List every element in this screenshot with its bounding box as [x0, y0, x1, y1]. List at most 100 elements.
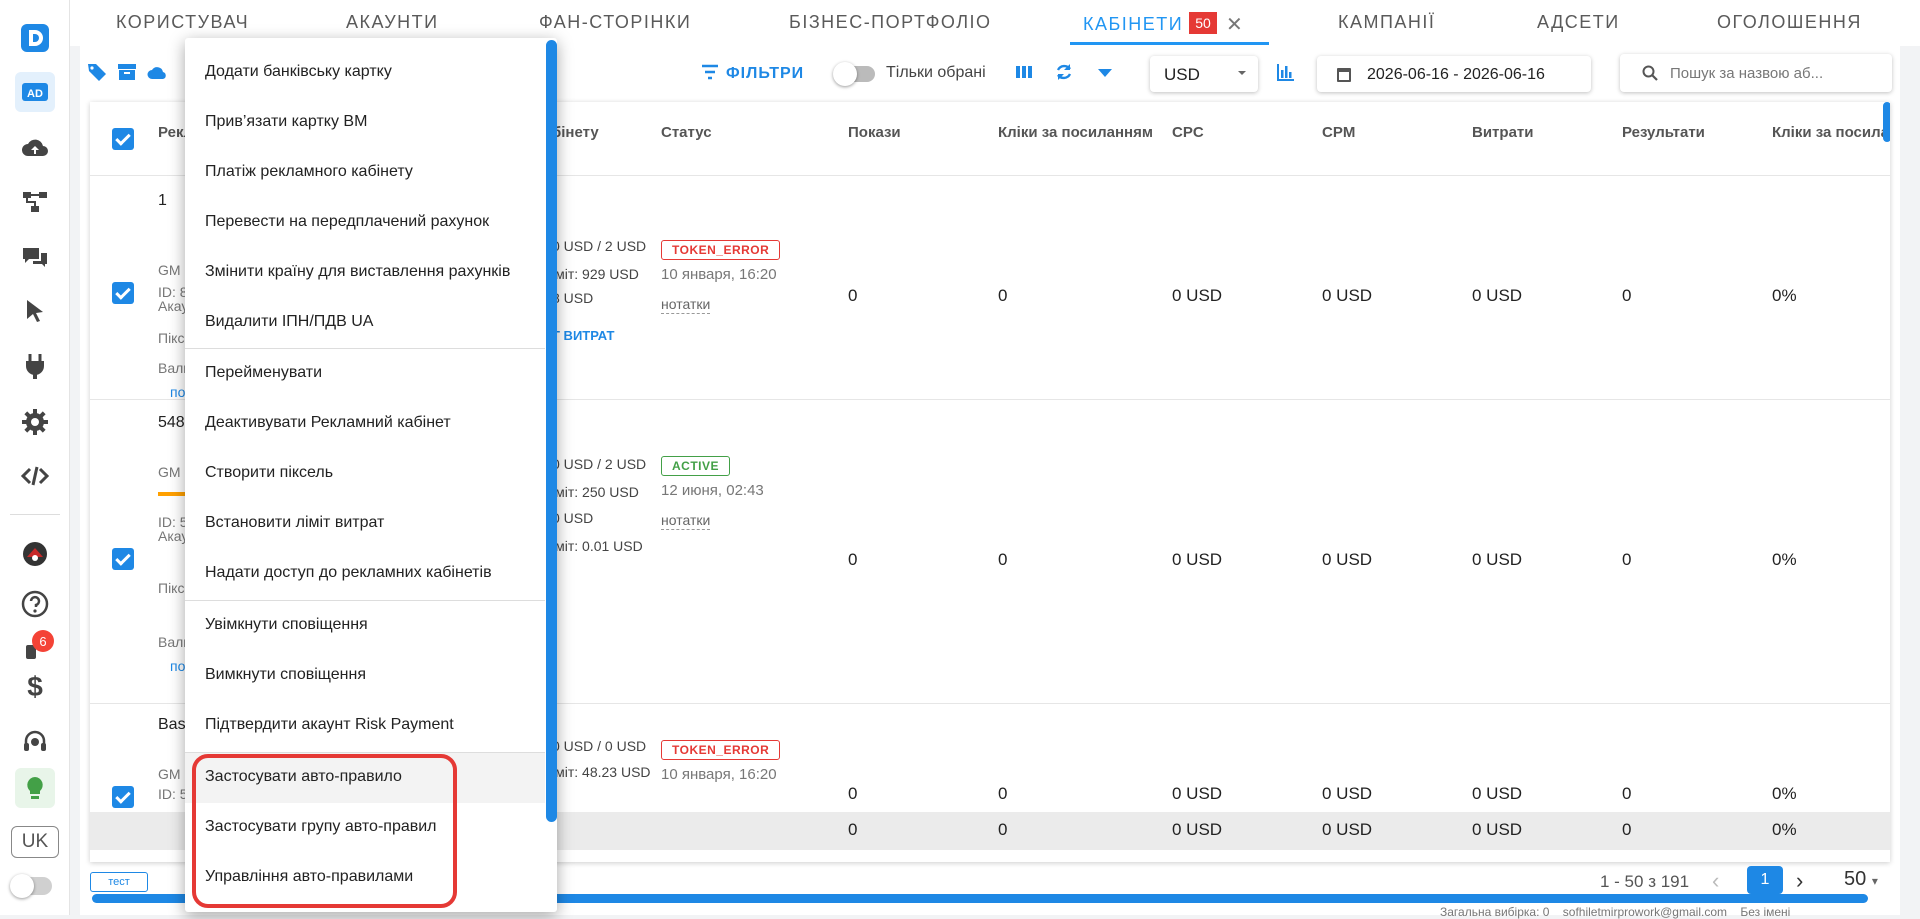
row-ctr: 0%: [1772, 784, 1797, 803]
close-icon[interactable]: ✕: [1226, 12, 1243, 37]
tab-accounts[interactable]: АКАУНТИ: [346, 12, 439, 33]
menu-item-grant-access[interactable]: Надати доступ до рекламних кабінетів: [205, 564, 492, 582]
page-button[interactable]: 1: [1747, 866, 1783, 894]
search-input[interactable]: [1670, 62, 1880, 84]
row-account: Акау: [158, 528, 189, 544]
cloud-upload-icon[interactable]: [15, 128, 55, 168]
tab-fan-pages[interactable]: ФАН-СТОРІНКИ: [539, 12, 691, 33]
help-icon[interactable]: [15, 584, 55, 624]
header-cabinet[interactable]: бінету: [552, 124, 599, 141]
row-name: 1: [158, 192, 167, 209]
table-vertical-scrollbar[interactable]: [1883, 102, 1890, 142]
menu-item-remove-vat[interactable]: Видалити ІПН/ПДВ UA: [205, 313, 373, 331]
theme-toggle[interactable]: [10, 874, 52, 898]
row-checkbox[interactable]: [112, 282, 134, 304]
tab-cabinets[interactable]: КАБІНЕТИ 50: [1083, 12, 1217, 35]
chevron-down-icon[interactable]: [1096, 64, 1114, 82]
lightbulb-icon[interactable]: [15, 768, 55, 808]
avatar[interactable]: [15, 534, 55, 574]
refresh-icon[interactable]: [1054, 62, 1074, 82]
row-results: 0: [1622, 550, 1632, 569]
menu-item-disable-notifications[interactable]: Вимкнути сповіщення: [205, 666, 366, 684]
archive-icon[interactable]: [116, 61, 138, 83]
gear-icon[interactable]: [15, 402, 55, 442]
columns-icon[interactable]: [1015, 63, 1033, 81]
row-cpc: 0 USD: [1172, 286, 1223, 305]
menu-item-rename[interactable]: Перейменувати: [205, 364, 322, 382]
svg-text:$: $: [27, 671, 43, 701]
per-page-select[interactable]: 50 ▾: [1844, 868, 1878, 891]
ads-icon[interactable]: AD: [15, 72, 55, 112]
menu-divider: [185, 348, 545, 349]
chevron-left-icon[interactable]: ‹: [1712, 868, 1719, 894]
currency-select[interactable]: USD: [1150, 56, 1258, 92]
row-limit: іміт: 929 USD: [552, 266, 639, 282]
header-status[interactable]: Статус: [661, 124, 712, 141]
tab-user[interactable]: КОРИСТУВАЧ: [116, 12, 249, 33]
bar-chart-icon[interactable]: [1276, 62, 1296, 82]
select-caret-icon: [1238, 71, 1246, 75]
plug-icon[interactable]: [15, 346, 55, 386]
date-range-picker[interactable]: 2026-06-16 - 2026-06-16: [1317, 56, 1591, 92]
row-extra-2: іміт: 0.01 USD: [552, 538, 643, 554]
menu-item-confirm-risk-payment[interactable]: Підтвердити акаунт Risk Payment: [205, 716, 454, 734]
search-icon: [1642, 65, 1658, 81]
chat-icon[interactable]: [15, 238, 55, 278]
header-impressions[interactable]: Покази: [848, 124, 901, 141]
chevron-down-icon: ▾: [1871, 874, 1878, 888]
row-impressions: 0: [848, 286, 858, 305]
menu-item-deactivate-cabinet[interactable]: Деактивувати Рекламний кабінет: [205, 414, 451, 432]
row-status-date: 10 января, 16:20: [661, 766, 777, 783]
row-gm: GM: [158, 262, 181, 278]
menu-item-change-billing-country[interactable]: Змінити країну для виставлення рахунків: [205, 263, 510, 281]
menu-scrollbar[interactable]: [546, 40, 557, 822]
tab-cabinets-count: 50: [1189, 12, 1217, 34]
row-cpm: 0 USD: [1322, 550, 1373, 569]
total-cpm: 0 USD: [1322, 820, 1373, 839]
only-favorites-toggle[interactable]: [833, 62, 875, 86]
chevron-right-icon[interactable]: ›: [1796, 868, 1803, 894]
support-headset-icon[interactable]: [15, 722, 55, 762]
dollar-icon[interactable]: $: [15, 666, 55, 706]
status-badge: TOKEN_ERROR: [661, 740, 781, 760]
cursor-icon[interactable]: [15, 292, 55, 332]
row-cpc: 0 USD: [1172, 784, 1223, 803]
cloud-upload-icon[interactable]: [146, 61, 168, 83]
row-history-link[interactable]: Т ВИТРАТ: [552, 328, 614, 343]
select-all-checkbox[interactable]: [112, 128, 134, 150]
tab-business-portfolio[interactable]: БІЗНЕС-ПОРТФОЛІО: [789, 12, 992, 33]
menu-item-enable-notifications[interactable]: Увімкнути сповіщення: [205, 616, 368, 634]
row-checkbox[interactable]: [112, 548, 134, 570]
total-cpc: 0 USD: [1172, 820, 1223, 839]
header-spend[interactable]: Витрати: [1472, 124, 1533, 141]
row-notes[interactable]: нотатки: [661, 512, 711, 530]
pagination-range: 1 - 50 з 191: [1600, 872, 1690, 891]
menu-item-set-spend-limit[interactable]: Встановити ліміт витрат: [205, 514, 384, 532]
row-notes[interactable]: нотатки: [661, 296, 711, 314]
tag-icon[interactable]: [86, 61, 108, 83]
row-cpm: 0 USD: [1322, 286, 1373, 305]
header-cpc[interactable]: CPC: [1172, 124, 1204, 141]
header-link-clicks-2[interactable]: Кліки за посила: [1772, 124, 1889, 141]
test-chip[interactable]: тест: [90, 872, 148, 892]
tab-adsets[interactable]: АДСЕТИ: [1537, 12, 1620, 33]
hierarchy-icon[interactable]: [15, 182, 55, 222]
search-box: [1620, 54, 1892, 92]
total-impressions: 0: [848, 820, 858, 839]
header-link-clicks[interactable]: Кліки за посиланням: [998, 124, 1153, 141]
header-results[interactable]: Результати: [1622, 124, 1705, 141]
row-checkbox[interactable]: [112, 786, 134, 808]
menu-item-cabinet-payment[interactable]: Платіж рекламного кабінету: [205, 163, 413, 181]
app-logo-icon[interactable]: [15, 18, 55, 58]
menu-item-add-bank-card[interactable]: Додати банківську картку: [205, 63, 392, 81]
menu-item-create-pixel[interactable]: Створити піксель: [205, 464, 333, 482]
status-badge: ACTIVE: [661, 456, 731, 476]
tab-ads[interactable]: ОГОЛОШЕННЯ: [1717, 12, 1862, 33]
tab-campaigns[interactable]: КАМПАНІЇ: [1338, 12, 1435, 33]
code-icon[interactable]: [15, 456, 55, 496]
header-cpm[interactable]: CPM: [1322, 124, 1355, 141]
filters-button[interactable]: ФІЛЬТРИ: [700, 62, 804, 83]
language-switch[interactable]: UK: [11, 826, 59, 858]
menu-item-link-bm-card[interactable]: Прив’язати картку BM: [205, 113, 367, 131]
menu-item-prepaid-account[interactable]: Перевести на передплачений рахунок: [205, 213, 489, 231]
